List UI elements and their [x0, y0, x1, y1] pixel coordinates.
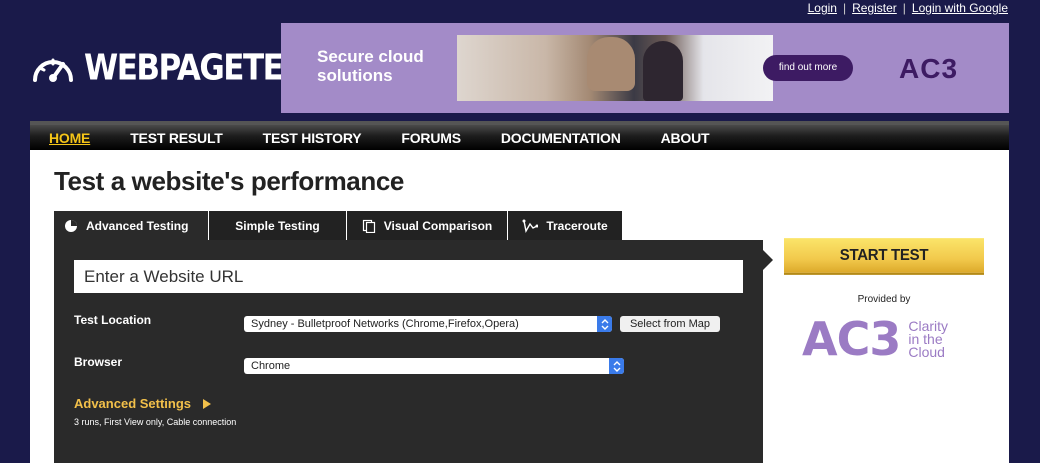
ad-banner[interactable]: Secure cloud solutions find out more AC3: [281, 23, 1009, 113]
nav-item-test-history[interactable]: TEST HISTORY: [263, 130, 362, 146]
advanced-testing-panel: Test Location Sydney - Bulletproof Netwo…: [54, 240, 763, 463]
nav-item-home[interactable]: HOME: [49, 130, 90, 146]
select-from-map-button[interactable]: Select from Map: [620, 316, 720, 332]
test-location-label: Test Location: [74, 313, 152, 327]
login-link[interactable]: Login: [808, 1, 837, 15]
pie-chart-icon: [64, 219, 78, 233]
advanced-settings-toggle[interactable]: Advanced Settings: [74, 396, 212, 411]
triangle-right-icon: [203, 398, 212, 409]
nav-item-forums[interactable]: FORUMS: [401, 130, 461, 146]
tab-label: Visual Comparison: [383, 218, 493, 233]
ad-photo-person: [643, 41, 683, 101]
provided-by-label: Provided by: [857, 294, 911, 305]
documents-icon: [362, 219, 376, 233]
site-logo[interactable]: WEBPAGETEST: [30, 47, 324, 89]
register-link[interactable]: Register: [852, 1, 897, 15]
ad-photo: [457, 35, 773, 101]
tab-label: Advanced Testing: [86, 218, 189, 233]
browser-value: Chrome: [251, 360, 291, 372]
browser-label: Browser: [74, 355, 123, 369]
tab-traceroute[interactable]: Traceroute: [508, 211, 622, 240]
login-google-link[interactable]: Login with Google: [912, 1, 1008, 15]
browser-select[interactable]: Chrome: [244, 358, 624, 374]
ad-photo-person: [587, 37, 635, 91]
test-location-select[interactable]: Sydney - Bulletproof Networks (Chrome,Fi…: [244, 316, 612, 332]
chevron-updown-icon: [597, 316, 612, 332]
ad-headline: Secure cloud solutions: [317, 47, 424, 85]
page-title: Test a website's performance: [54, 166, 404, 196]
tab-label: Traceroute: [546, 218, 608, 233]
test-location-value: Sydney - Bulletproof Networks (Chrome,Fi…: [251, 318, 519, 330]
panel-pointer: [763, 250, 773, 270]
main-nav: HOME TEST RESULT TEST HISTORY FORUMS DOC…: [30, 121, 1009, 150]
nav-item-test-result[interactable]: TEST RESULT: [130, 130, 223, 146]
speedometer-icon: [33, 58, 73, 82]
ad-brand-logo: AC3: [899, 53, 959, 84]
tab-simple-testing[interactable]: Simple Testing: [209, 211, 347, 240]
top-links: Login | Register | Login with Google: [808, 1, 1008, 15]
sponsor-tagline-line: Cloud: [908, 343, 945, 360]
advanced-settings-summary: 3 runs, First View only, Cable connectio…: [74, 417, 237, 427]
nav-item-documentation[interactable]: DOCUMENTATION: [501, 130, 621, 146]
nav-item-about[interactable]: ABOUT: [661, 130, 710, 146]
sponsor-logo-text: AC3: [802, 312, 901, 366]
tab-visual-comparison[interactable]: Visual Comparison: [347, 211, 508, 240]
test-tabs: Advanced Testing Simple Testing Visual C…: [54, 211, 622, 240]
tab-label: Simple Testing: [235, 218, 320, 233]
link-separator: |: [842, 1, 847, 15]
main-content: Test a website's performance Advanced Te…: [30, 150, 1009, 463]
sponsor-tagline: Clarity in the Cloud: [908, 319, 948, 360]
traceroute-icon: [522, 219, 539, 233]
start-test-button[interactable]: START TEST: [784, 238, 984, 275]
ad-headline-line: solutions: [317, 66, 393, 85]
ad-find-out-more-button[interactable]: find out more: [763, 55, 853, 81]
link-separator: |: [902, 1, 906, 15]
advanced-settings-label: Advanced Settings: [74, 396, 192, 411]
chevron-updown-icon: [609, 358, 624, 374]
ad-headline-line: Secure cloud: [317, 47, 424, 66]
sponsor-logo[interactable]: AC3 Clarity in the Cloud: [802, 316, 948, 362]
tab-advanced-testing[interactable]: Advanced Testing: [54, 211, 209, 240]
website-url-input[interactable]: [74, 260, 743, 293]
